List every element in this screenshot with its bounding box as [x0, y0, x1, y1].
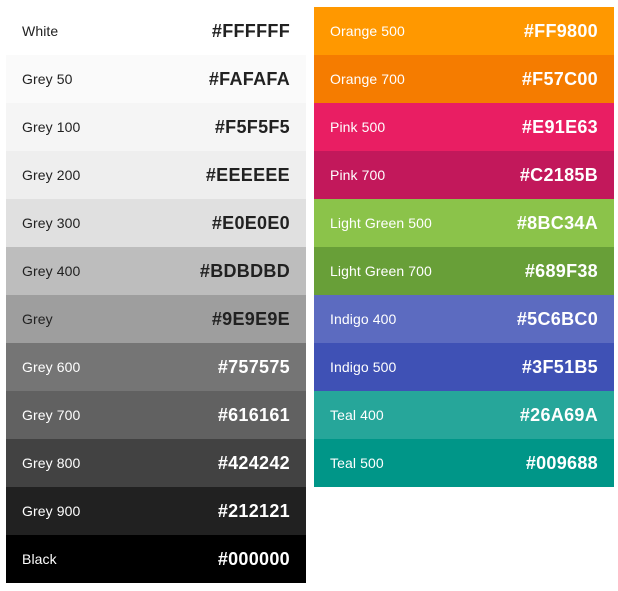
swatch-hex: #8BC34A	[516, 212, 598, 233]
swatch-indigo-500[interactable]: Indigo 500 #3F51B5	[314, 343, 614, 391]
swatch-name: Grey 700	[22, 407, 81, 423]
swatch-indigo-400[interactable]: Indigo 400 #5C6BC0	[314, 295, 614, 343]
swatch-hex: #FF9800	[523, 20, 598, 41]
swatch-hex: #F57C00	[521, 68, 598, 89]
swatch-white[interactable]: White #FFFFFF	[6, 7, 306, 55]
swatch-hex: #212121	[217, 500, 290, 521]
swatch-hex: #F5F5F5	[214, 116, 290, 137]
swatch-pink-500[interactable]: Pink 500 #E91E63	[314, 103, 614, 151]
swatch-grey[interactable]: Grey #9E9E9E	[6, 295, 306, 343]
swatch-orange-500[interactable]: Orange 500 #FF9800	[314, 7, 614, 55]
swatch-teal-400[interactable]: Teal 400 #26A69A	[314, 391, 614, 439]
swatch-hex: #E91E63	[521, 116, 598, 137]
swatch-hex: #BDBDBD	[199, 260, 290, 281]
swatch-name: Light Green 500	[330, 215, 432, 231]
swatch-grey-700[interactable]: Grey 700 #616161	[6, 391, 306, 439]
swatch-name: Grey 900	[22, 503, 81, 519]
swatch-name: Grey 100	[22, 119, 81, 135]
swatch-hex: #26A69A	[519, 404, 598, 425]
swatch-name: Grey 800	[22, 455, 81, 471]
swatch-hex: #009688	[525, 452, 598, 473]
swatch-grey-900[interactable]: Grey 900 #212121	[6, 487, 306, 535]
swatch-name: Grey	[22, 311, 53, 327]
swatch-name: Grey 400	[22, 263, 81, 279]
swatch-pink-700[interactable]: Pink 700 #C2185B	[314, 151, 614, 199]
swatch-name: Light Green 700	[330, 263, 432, 279]
swatch-orange-700[interactable]: Orange 700 #F57C00	[314, 55, 614, 103]
grey-palette-column: White #FFFFFF Grey 50 #FAFAFA Grey 100 #…	[6, 7, 306, 583]
swatch-grey-600[interactable]: Grey 600 #757575	[6, 343, 306, 391]
accent-palette-column: Orange 500 #FF9800 Orange 700 #F57C00 Pi…	[314, 7, 614, 487]
swatch-hex: #E0E0E0	[211, 212, 290, 233]
swatch-name: Indigo 400	[330, 311, 397, 327]
swatch-grey-400[interactable]: Grey 400 #BDBDBD	[6, 247, 306, 295]
swatch-hex: #424242	[217, 452, 290, 473]
swatch-hex: #C2185B	[519, 164, 598, 185]
swatch-grey-300[interactable]: Grey 300 #E0E0E0	[6, 199, 306, 247]
swatch-hex: #3F51B5	[521, 356, 598, 377]
swatch-name: Grey 50	[22, 71, 73, 87]
swatch-hex: #5C6BC0	[516, 308, 598, 329]
swatch-hex: #FFFFFF	[211, 20, 290, 41]
swatch-name: Orange 700	[330, 71, 405, 87]
swatch-light-green-700[interactable]: Light Green 700 #689F38	[314, 247, 614, 295]
swatch-hex: #EEEEEE	[205, 164, 290, 185]
swatch-teal-500[interactable]: Teal 500 #009688	[314, 439, 614, 487]
swatch-name: Black	[22, 551, 57, 567]
swatch-grey-50[interactable]: Grey 50 #FAFAFA	[6, 55, 306, 103]
swatch-hex: #689F38	[524, 260, 598, 281]
swatch-name: Grey 600	[22, 359, 81, 375]
swatch-name: Pink 700	[330, 167, 386, 183]
swatch-light-green-500[interactable]: Light Green 500 #8BC34A	[314, 199, 614, 247]
swatch-hex: #616161	[217, 404, 290, 425]
swatch-grey-100[interactable]: Grey 100 #F5F5F5	[6, 103, 306, 151]
swatch-name: Teal 500	[330, 455, 384, 471]
swatch-hex: #FAFAFA	[208, 68, 290, 89]
swatch-name: Pink 500	[330, 119, 386, 135]
swatch-name: Grey 300	[22, 215, 81, 231]
swatch-name: Orange 500	[330, 23, 405, 39]
swatch-name: Indigo 500	[330, 359, 397, 375]
swatch-hex: #000000	[217, 548, 290, 569]
swatch-name: White	[22, 23, 59, 39]
swatch-name: Teal 400	[330, 407, 384, 423]
swatch-hex: #757575	[217, 356, 290, 377]
swatch-name: Grey 200	[22, 167, 81, 183]
swatch-grey-200[interactable]: Grey 200 #EEEEEE	[6, 151, 306, 199]
swatch-hex: #9E9E9E	[211, 308, 290, 329]
swatch-black[interactable]: Black #000000	[6, 535, 306, 583]
swatch-grey-800[interactable]: Grey 800 #424242	[6, 439, 306, 487]
